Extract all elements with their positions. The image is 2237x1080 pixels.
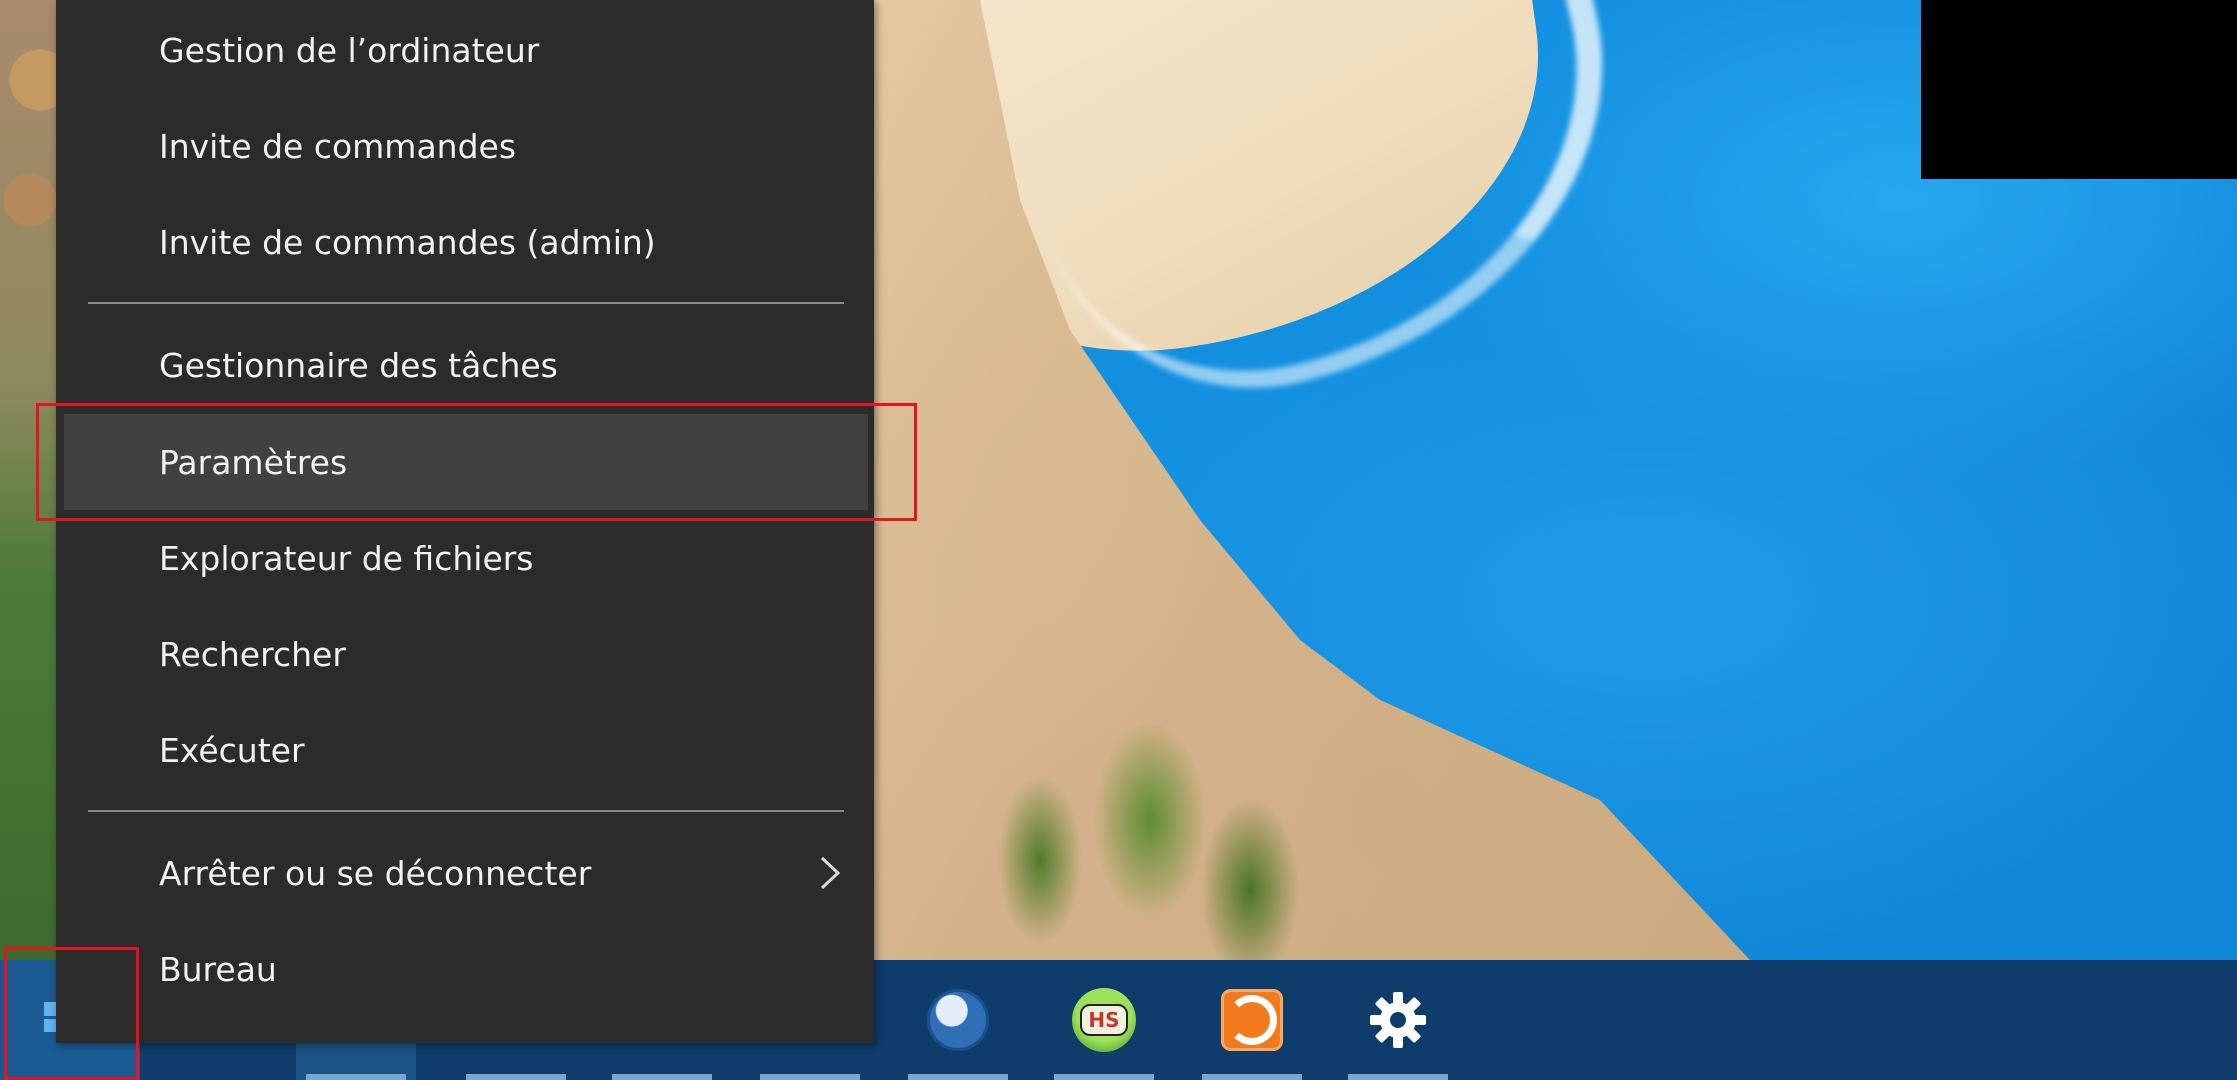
menu-item-search[interactable]: Rechercher (56, 606, 874, 702)
menu-item-label: Gestionnaire des tâches (159, 345, 558, 385)
menu-item-file-explorer[interactable]: Explorateur de fichiers (56, 510, 874, 606)
menu-item-label: Gestion de l’ordinateur (159, 30, 540, 70)
menu-item-command-prompt[interactable]: Invite de commandes (56, 98, 874, 194)
chevron-right-icon (820, 856, 841, 890)
gear-icon (1370, 992, 1426, 1048)
black-overlay-box (1921, 0, 2237, 179)
taskbar-orange-app[interactable] (1192, 960, 1312, 1080)
menu-item-shutdown-signout[interactable]: Arrêter ou se déconnecter (56, 825, 874, 921)
menu-item-label: Rechercher (159, 634, 346, 674)
taskbar-thunderbird[interactable] (898, 960, 1018, 1080)
menu-separator (88, 302, 844, 304)
thunderbird-icon (927, 989, 989, 1051)
highlight-box-start-button (4, 947, 139, 1080)
orange-app-icon (1221, 989, 1283, 1051)
menu-item-label: Arrêter ou se déconnecter (159, 853, 592, 893)
winx-context-menu: Gestion de l’ordinateur Invite de comman… (56, 0, 874, 1043)
menu-item-run[interactable]: Exécuter (56, 702, 874, 798)
menu-item-label: Invite de commandes (159, 126, 517, 166)
hs-icon-label: HS (1080, 1004, 1128, 1036)
taskbar-settings[interactable] (1338, 960, 1458, 1080)
hs-icon: HS (1072, 988, 1136, 1052)
menu-item-task-manager[interactable]: Gestionnaire des tâches (56, 317, 874, 413)
menu-item-label: Bureau (159, 949, 277, 989)
menu-item-label: Explorateur de fichiers (159, 538, 534, 578)
menu-item-computer-management[interactable]: Gestion de l’ordinateur (56, 2, 874, 98)
highlight-box-settings (36, 403, 917, 521)
wallpaper-shrub (920, 640, 1340, 960)
menu-item-command-prompt-admin[interactable]: Invite de commandes (admin) (56, 194, 874, 290)
taskbar-hs-app[interactable]: HS (1044, 960, 1164, 1080)
menu-item-label: Invite de commandes (admin) (159, 222, 656, 262)
menu-separator (88, 810, 844, 812)
menu-item-label: Exécuter (159, 730, 305, 770)
menu-item-desktop[interactable]: Bureau (56, 921, 874, 1017)
